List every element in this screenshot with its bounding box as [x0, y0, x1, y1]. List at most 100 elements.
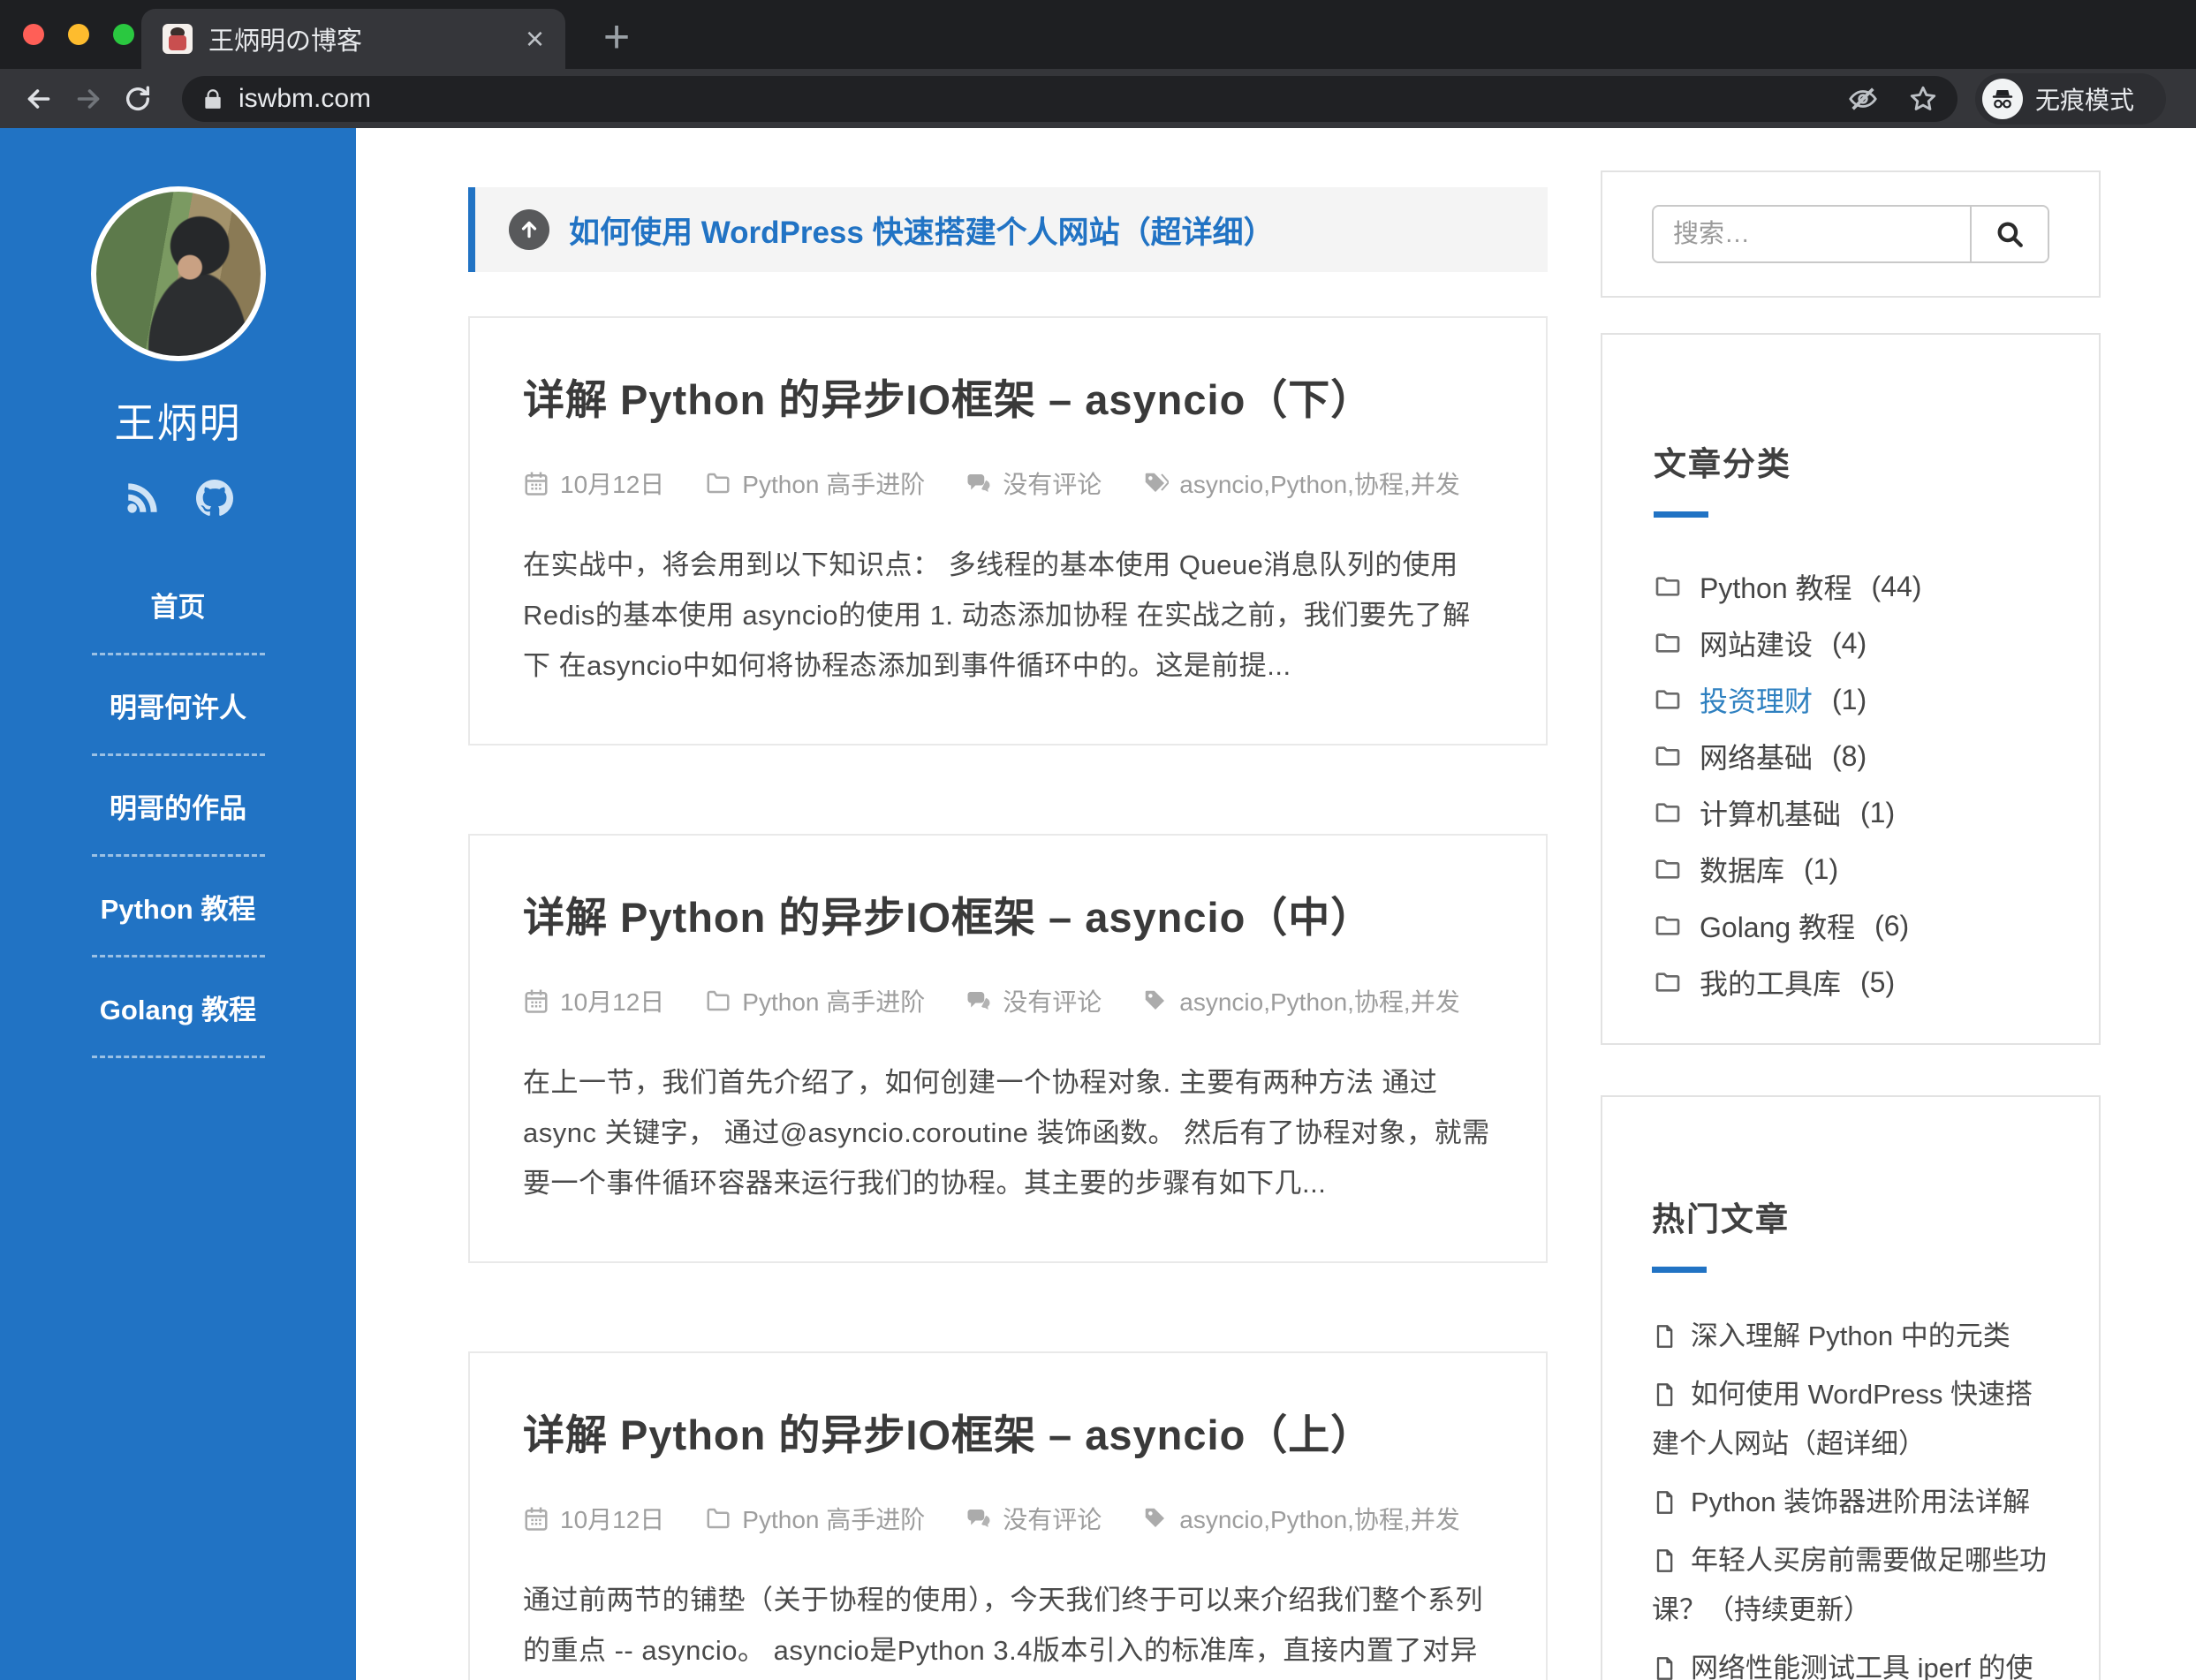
author-name: 王炳明: [114, 400, 242, 446]
folder-icon: [1655, 633, 1680, 653]
nav-divider: [91, 854, 265, 857]
post-tags[interactable]: asyncio,Python,协程,并发: [1142, 1501, 1460, 1536]
document-icon: [1656, 1657, 1673, 1680]
folder-icon: [707, 990, 730, 1011]
github-icon[interactable]: [195, 480, 233, 521]
post-comments[interactable]: 没有评论: [965, 465, 1102, 501]
comment-icon: [967, 1510, 990, 1527]
sidebar-item-golang[interactable]: Golang 教程: [0, 979, 356, 1036]
search-widget: [1601, 170, 2101, 298]
announcement-banner[interactable]: 如何使用 WordPress 快速搭建个人网站（超详细）: [468, 187, 1548, 272]
post-title[interactable]: 详解 Python 的异步IO框架 – asyncio（上）: [523, 1401, 1493, 1462]
document-icon: [1656, 1491, 1673, 1514]
sidebar-item-python[interactable]: Python 教程: [0, 878, 356, 935]
post-title[interactable]: 详解 Python 的异步IO框架 – asyncio（中）: [523, 883, 1493, 944]
post-comments[interactable]: 没有评论: [965, 1501, 1102, 1536]
tab-title: 王炳明の博客: [208, 27, 363, 56]
new-tab-button[interactable]: +: [590, 11, 643, 64]
folder-icon: [1655, 972, 1680, 992]
hot-article-item[interactable]: 如何使用 WordPress 快速搭建个人网站（超详细）: [1652, 1370, 2049, 1469]
minimize-window-button[interactable]: [68, 24, 89, 45]
post-meta: 10月12日 Python 高手进阶 没有评论 asyncio,Python,协…: [523, 465, 1493, 501]
calendar-icon: [525, 989, 548, 1013]
post-title[interactable]: 详解 Python 的异步IO框架 – asyncio（下）: [523, 366, 1493, 427]
browser-tab[interactable]: 王炳明の博客 ×: [141, 9, 565, 69]
main-content: 如何使用 WordPress 快速搭建个人网站（超详细） 详解 Python 的…: [468, 187, 1548, 1680]
social-links: [0, 480, 356, 521]
rss-icon[interactable]: [124, 480, 161, 521]
post-category[interactable]: Python 高手进阶: [705, 1501, 925, 1536]
hot-article-item[interactable]: Python 装饰器进阶用法详解: [1652, 1478, 2049, 1527]
folder-icon: [1655, 690, 1680, 709]
sidebar-item-home[interactable]: 首页: [0, 576, 356, 633]
category-item[interactable]: 网站建设 (4): [1654, 615, 2048, 671]
search-button[interactable]: [1970, 207, 2048, 261]
folder-icon: [1655, 859, 1680, 879]
incognito-icon: [1982, 78, 2023, 119]
post-date: 10月12日: [523, 983, 664, 1018]
hot-article-list: 深入理解 Python 中的元类 如何使用 WordPress 快速搭建个人网站…: [1652, 1312, 2049, 1680]
folder-icon: [707, 1508, 730, 1529]
post-meta: 10月12日 Python 高手进阶 没有评论 asyncio,Python,协…: [523, 1501, 1493, 1536]
category-item[interactable]: 计算机基础 (1): [1654, 784, 2048, 841]
forward-icon[interactable]: [64, 74, 113, 124]
folder-icon: [1655, 577, 1680, 596]
post-category[interactable]: Python 高手进阶: [705, 465, 925, 501]
category-item[interactable]: 投资理财 (1): [1654, 671, 2048, 728]
post-date: 10月12日: [523, 465, 664, 501]
categories-widget: 文章分类 Python 教程 (44) 网站建设 (4) 投资理财 (1) 网络基础: [1601, 333, 2101, 1045]
post-card: 详解 Python 的异步IO框架 – asyncio（下） 10月12日 Py…: [468, 316, 1548, 745]
folder-icon: [1655, 803, 1680, 822]
address-bar[interactable]: iswbm.com: [182, 75, 1957, 122]
category-list: Python 教程 (44) 网站建设 (4) 投资理财 (1) 网络基础 (8) 计算…: [1654, 558, 2048, 1010]
search-input[interactable]: [1654, 207, 1970, 261]
tag-icon: [1146, 1508, 1165, 1527]
post-tags[interactable]: asyncio,Python,协程,并发: [1142, 983, 1460, 1018]
browser-toolbar: iswbm.com 无痕模式: [0, 69, 2196, 128]
bookmark-star-icon[interactable]: [1908, 84, 1938, 114]
category-item[interactable]: 网络基础 (8): [1654, 728, 2048, 784]
hot-article-item[interactable]: 年轻人买房前需要做足哪些功课？（持续更新）: [1652, 1536, 2049, 1635]
profile-sidebar: 王炳明 首页 明哥何许人 明哥的作品 Python 教程 Golang 教程: [0, 128, 356, 1680]
reload-icon[interactable]: [113, 74, 163, 124]
nav-divider: [91, 653, 265, 655]
sidebar-item-about[interactable]: 明哥何许人: [0, 677, 356, 734]
tab-close-icon[interactable]: ×: [526, 23, 544, 55]
announcement-link[interactable]: 如何使用 WordPress 快速搭建个人网站（超详细）: [569, 208, 1275, 253]
category-item[interactable]: Python 教程 (44): [1654, 558, 2048, 615]
nav-divider: [91, 1056, 265, 1058]
lock-icon: [201, 87, 224, 110]
zoom-window-button[interactable]: [113, 24, 134, 45]
post-date: 10月12日: [523, 1501, 664, 1536]
back-icon[interactable]: [14, 74, 64, 124]
url-text[interactable]: iswbm.com: [239, 84, 1818, 114]
calendar-icon: [525, 1507, 548, 1531]
incognito-badge: 无痕模式: [1975, 72, 2166, 125]
hot-articles-widget: 热门文章 深入理解 Python 中的元类 如何使用 WordPress 快速搭…: [1601, 1095, 2101, 1680]
comment-icon: [967, 474, 990, 492]
category-item[interactable]: 数据库 (1): [1654, 841, 2048, 897]
post-excerpt: 通过前两节的铺垫（关于协程的使用），今天我们终于可以来介绍我们整个系列的重点 -…: [523, 1585, 1483, 1666]
category-item[interactable]: 我的工具库 (5): [1654, 954, 2048, 1010]
close-window-button[interactable]: [23, 24, 44, 45]
nav-divider: [91, 753, 265, 756]
site-favicon: [163, 24, 193, 54]
hot-articles-title: 热门文章: [1652, 1201, 1790, 1237]
post-meta: 10月12日 Python 高手进阶 没有评论 asyncio,Python,协…: [523, 983, 1493, 1018]
browser-window: 王炳明の博客 × + iswbm.com 无痕模式 王炳明 首页 明哥何许人 明…: [0, 0, 2196, 1680]
document-icon: [1656, 1383, 1673, 1406]
category-item[interactable]: Golang 教程 (6): [1654, 897, 2048, 954]
eye-off-icon[interactable]: [1848, 84, 1878, 114]
sidebar-item-works[interactable]: 明哥的作品: [0, 777, 356, 835]
post-comments[interactable]: 没有评论: [965, 983, 1102, 1018]
post-card: 详解 Python 的异步IO框架 – asyncio（中） 10月12日 Py…: [468, 834, 1548, 1263]
avatar[interactable]: [90, 186, 266, 361]
post-excerpt: 在实战中，将会用到以下知识点： 多线程的基本使用 Queue消息队列的使用 Re…: [523, 549, 1471, 681]
hot-article-item[interactable]: 深入理解 Python 中的元类: [1652, 1312, 2049, 1361]
traffic-lights: [23, 24, 134, 45]
post-category[interactable]: Python 高手进阶: [705, 983, 925, 1018]
search-box: [1652, 205, 2049, 263]
nav-divider: [91, 955, 265, 957]
hot-article-item[interactable]: 网络性能测试工具 iperf 的使用: [1652, 1644, 2049, 1680]
post-tags[interactable]: asyncio,Python,协程,并发: [1142, 465, 1460, 501]
